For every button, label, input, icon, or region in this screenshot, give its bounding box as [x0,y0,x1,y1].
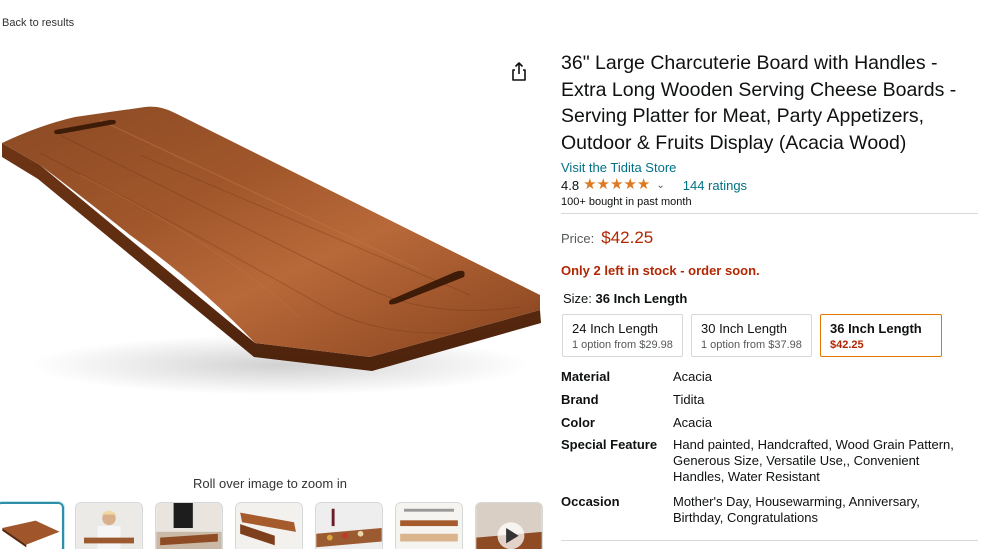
thumbnail-board-angle[interactable] [235,502,303,549]
size-selected-value: 36 Inch Length [595,291,688,306]
spec-value: Tidita [673,392,705,407]
product-title: 36" Large Charcuterie Board with Handles… [561,52,957,154]
size-option-price: 1 option from $37.98 [701,339,802,351]
size-option-name: 36 Inch Length [830,321,922,336]
thumbnail-board-dimensions[interactable] [395,502,463,549]
rating-value: 4.8 [561,177,580,193]
stock-message: Only 2 left in stock - order soon. [561,263,760,278]
size-label: Size: 36 Inch Length [563,291,687,306]
thumbnail-board-on-table[interactable] [155,502,223,549]
bought-past-month: 100+ bought in past month [561,196,692,208]
price-value: $42.25 [601,228,654,247]
star-rating[interactable]: ★ ★ ★ ★ ★ [583,177,650,193]
size-option-price: $42.25 [830,339,864,351]
zoom-hint: Roll over image to zoom in [193,476,347,491]
thumbnail-video[interactable] [475,502,543,549]
star-icon: ★ [609,176,624,193]
size-option-price: 1 option from $29.98 [572,339,673,351]
spec-key: Brand [561,392,599,407]
size-option-name: 30 Inch Length [701,321,788,336]
thumbnail-board-main[interactable] [0,502,64,549]
ratings-count-link[interactable]: 144 ratings [683,178,747,193]
price-row: Price: $42.25 [561,228,653,248]
size-option-36-inch[interactable]: 36 Inch Length $42.25 [820,314,942,357]
spec-value: Acacia [673,369,713,384]
spec-value: Hand painted, Handcrafted, Wood Grain Pa… [673,437,954,484]
spec-key: Color [561,415,595,430]
thumbnail-person-holding-board[interactable] [75,502,143,549]
divider [561,213,978,214]
size-option-name: 24 Inch Length [572,321,659,336]
star-icon: ★ [596,176,610,193]
spec-value: Mother's Day, Housewarming, Anniversary,… [673,494,920,525]
star-icon: ★ [636,176,651,193]
chevron-down-icon[interactable]: ⌄ [656,180,664,191]
price-label: Price: [561,231,595,246]
divider [561,540,978,541]
thumbnail-board-with-food[interactable] [315,502,383,549]
product-main-image[interactable] [0,95,545,425]
size-option-24-inch[interactable]: 24 Inch Length 1 option from $29.98 [562,314,683,357]
back-to-results-link[interactable]: Back to results [2,17,74,29]
thumbnail-strip [0,502,545,549]
rating-row: 4.8 ★ ★ ★ ★ ★ ⌄ 144 ratings [561,177,747,193]
spec-key: Occasion [561,494,620,509]
star-icon: ★ [623,176,637,193]
share-icon[interactable] [509,61,529,83]
star-icon: ★ [583,176,597,193]
size-option-30-inch[interactable]: 30 Inch Length 1 option from $37.98 [691,314,812,357]
spec-key: Material [561,369,611,384]
spec-value: Acacia [673,415,713,430]
spec-key: Special Feature [561,437,658,452]
store-link[interactable]: Visit the Tidita Store [561,160,676,175]
size-label-text: Size: [563,291,592,306]
